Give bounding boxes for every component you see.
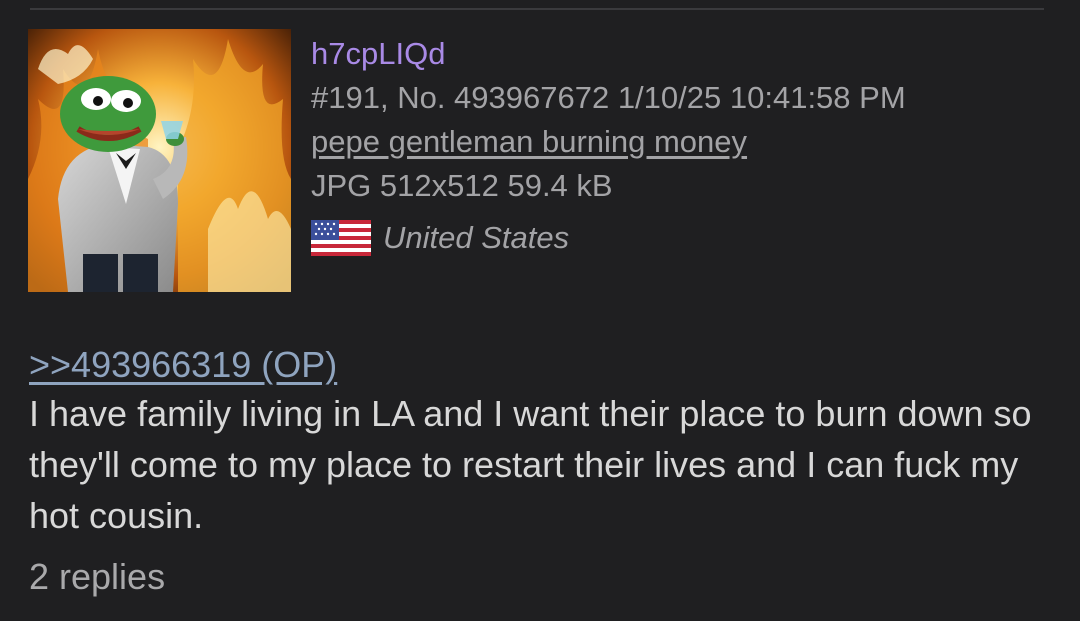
post: h7cpLIQd #191, No. 493967672 1/10/25 10:… [0, 0, 1080, 621]
replies-count[interactable]: 2 replies [29, 553, 165, 601]
post-meta: h7cpLIQd #191, No. 493967672 1/10/25 10:… [311, 32, 1051, 260]
quote-link[interactable]: >>493966319 (OP) [29, 341, 337, 389]
post-comment: I have family living in LA and I want th… [29, 393, 1032, 536]
pepe-gentleman-fire-image [28, 29, 291, 292]
post-thumbnail[interactable] [28, 29, 291, 292]
us-flag-icon [311, 220, 371, 256]
country-row: United States [311, 216, 1051, 260]
poster-id[interactable]: h7cpLIQd [311, 32, 1051, 76]
file-info: JPG 512x512 59.4 kB [311, 168, 613, 203]
post-number-and-date: #191, No. 493967672 1/10/25 10:41:58 PM [311, 80, 906, 115]
file-name-link[interactable]: pepe gentleman burning money [311, 120, 747, 164]
country-name: United States [383, 220, 570, 255]
